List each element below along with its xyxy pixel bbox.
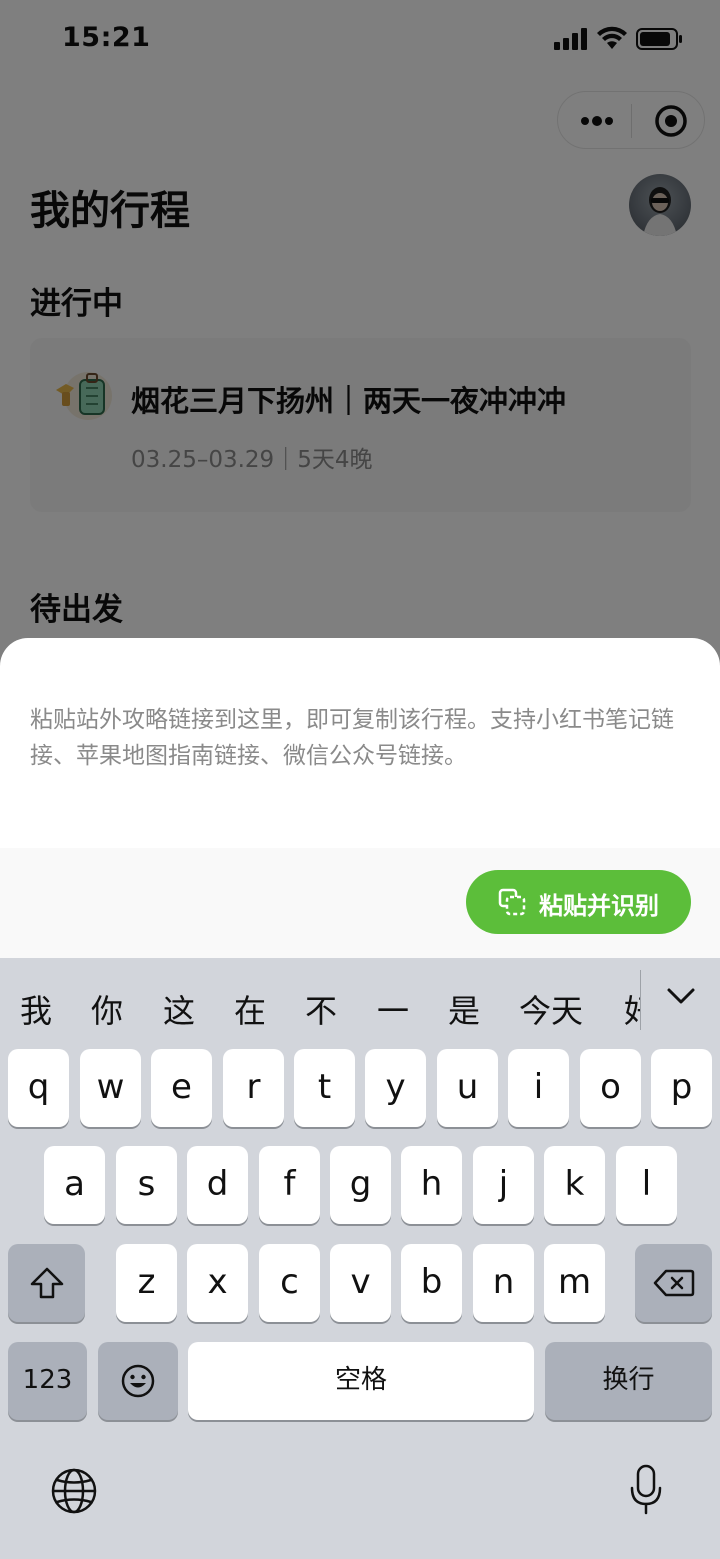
paste-button-label: 粘贴并识别: [539, 892, 659, 920]
key-u[interactable]: u: [437, 1049, 498, 1127]
key-z[interactable]: z: [116, 1244, 177, 1322]
key-t[interactable]: t: [294, 1049, 355, 1127]
key-h[interactable]: h: [401, 1146, 462, 1224]
key-a[interactable]: a: [44, 1146, 105, 1224]
candidate-word[interactable]: 这: [163, 986, 195, 1032]
candidate-word[interactable]: 一: [377, 986, 409, 1032]
candidate-word[interactable]: 不: [305, 986, 337, 1032]
emoji-smiley-icon: [121, 1364, 155, 1398]
key-e[interactable]: e: [151, 1049, 212, 1127]
candidate-word[interactable]: 在: [234, 986, 266, 1032]
candidate-word[interactable]: 今天: [519, 986, 583, 1032]
paste-icon: [498, 888, 526, 916]
microphone-icon[interactable]: [628, 1464, 664, 1516]
key-c[interactable]: c: [259, 1244, 320, 1322]
key-m[interactable]: m: [544, 1244, 605, 1322]
delete-key[interactable]: [635, 1244, 712, 1322]
paste-hint-text[interactable]: 粘贴站外攻略链接到这里，即可复制该行程。支持小红书笔记链接、苹果地图指南链接、微…: [30, 702, 694, 774]
key-s[interactable]: s: [116, 1146, 177, 1224]
backspace-icon: [653, 1269, 694, 1297]
candidate-bar: 我 你 这 在 不 一 是 今天 好: [0, 958, 720, 1048]
key-n[interactable]: n: [473, 1244, 534, 1322]
numbers-key[interactable]: 123: [8, 1342, 87, 1420]
shift-arrow-icon: [30, 1267, 63, 1299]
key-q[interactable]: q: [8, 1049, 69, 1127]
paste-and-recognize-button[interactable]: 粘贴并识别: [466, 870, 691, 934]
candidate-word[interactable]: 是: [448, 986, 480, 1032]
candidate-divider: [640, 970, 641, 1030]
key-i[interactable]: i: [508, 1049, 569, 1127]
key-r[interactable]: r: [223, 1049, 284, 1127]
space-key[interactable]: 空格: [188, 1342, 534, 1420]
chevron-down-icon[interactable]: [664, 984, 698, 1008]
key-b[interactable]: b: [401, 1244, 462, 1322]
key-p[interactable]: p: [651, 1049, 712, 1127]
return-key[interactable]: 换行: [545, 1342, 712, 1420]
key-j[interactable]: j: [473, 1146, 534, 1224]
paste-link-sheet: 粘贴站外攻略链接到这里，即可复制该行程。支持小红书笔记链接、苹果地图指南链接、微…: [0, 638, 720, 958]
key-w[interactable]: w: [80, 1049, 141, 1127]
emoji-key[interactable]: [98, 1342, 178, 1420]
key-g[interactable]: g: [330, 1146, 391, 1224]
candidate-word[interactable]: 我: [20, 986, 52, 1032]
key-v[interactable]: v: [330, 1244, 391, 1322]
key-k[interactable]: k: [544, 1146, 605, 1224]
candidate-clip: 好: [624, 958, 640, 1048]
key-y[interactable]: y: [365, 1049, 426, 1127]
globe-icon[interactable]: [50, 1467, 98, 1515]
key-o[interactable]: o: [580, 1049, 641, 1127]
key-f[interactable]: f: [259, 1146, 320, 1224]
key-d[interactable]: d: [187, 1146, 248, 1224]
shift-key[interactable]: [8, 1244, 85, 1322]
candidate-word[interactable]: 你: [91, 986, 123, 1032]
candidate-word[interactable]: 好: [624, 986, 640, 1032]
key-l[interactable]: l: [616, 1146, 677, 1224]
key-x[interactable]: x: [187, 1244, 248, 1322]
